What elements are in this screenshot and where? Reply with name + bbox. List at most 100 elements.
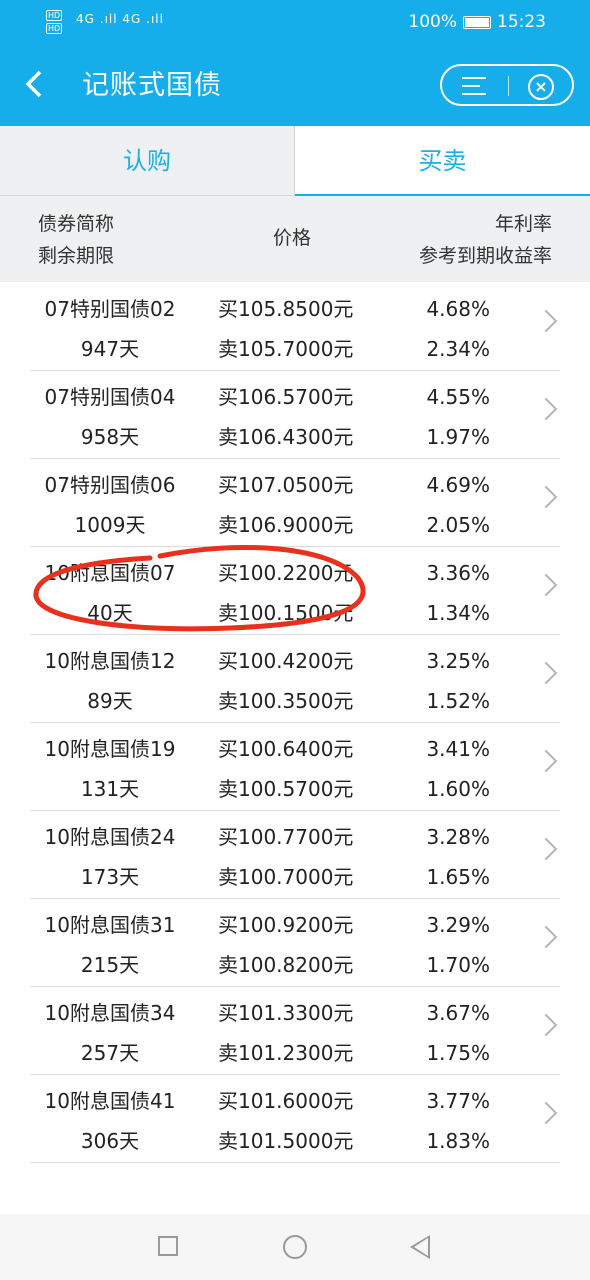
bond-name: 10附息国债19 xyxy=(44,737,176,761)
yield: 1.75% xyxy=(426,1041,490,1065)
menu-icon[interactable] xyxy=(462,77,486,95)
list-item[interactable]: 10附息国债12 89天 买100.4200元 卖100.3500元 3.25%… xyxy=(0,635,590,723)
system-nav-bar xyxy=(0,1214,590,1280)
chevron-right-icon xyxy=(534,397,558,421)
buy-price: 买100.6400元 xyxy=(218,737,354,761)
remaining-days: 40天 xyxy=(87,601,133,625)
list-item[interactable]: 10附息国债07 40天 买100.2200元 卖100.1500元 3.36%… xyxy=(0,547,590,635)
table-header: 债券简称 剩余期限 价格 年利率 参考到期收益率 xyxy=(0,196,590,282)
status-right: 100% 15:23 xyxy=(408,12,546,32)
buy-price: 买101.6000元 xyxy=(218,1089,354,1113)
remaining-days: 215天 xyxy=(80,953,140,977)
header-remaining-term: 剩余期限 xyxy=(38,245,115,267)
yield: 1.97% xyxy=(426,425,490,449)
chevron-right-icon xyxy=(534,925,558,949)
list-item[interactable]: 10附息国债24 173天 买100.7700元 卖100.7000元 3.28… xyxy=(0,811,590,899)
chevron-right-icon xyxy=(534,749,558,773)
sell-price: 卖106.4300元 xyxy=(218,425,354,449)
yield: 1.52% xyxy=(426,689,490,713)
buy-price: 买105.8500元 xyxy=(218,297,354,321)
yield: 1.70% xyxy=(426,953,490,977)
list-item[interactable]: 10附息国债31 215天 买100.9200元 卖100.8200元 3.29… xyxy=(0,899,590,987)
battery-icon xyxy=(463,15,491,29)
remaining-days: 306天 xyxy=(80,1129,140,1153)
header-name-term: 债券简称 剩余期限 xyxy=(38,208,114,272)
close-icon[interactable]: × xyxy=(528,74,554,100)
capsule-menu: × xyxy=(440,64,574,106)
bond-name: 07特别国债04 xyxy=(44,385,176,409)
buy-price: 买106.5700元 xyxy=(218,385,354,409)
header-yield: 参考到期收益率 xyxy=(418,245,552,267)
remaining-days: 257天 xyxy=(80,1041,140,1065)
sell-price: 卖100.1500元 xyxy=(218,601,354,625)
yield: 2.34% xyxy=(426,337,490,361)
header-bond-name: 债券简称 xyxy=(38,213,115,235)
bond-name: 10附息国债31 xyxy=(44,913,176,937)
list-item[interactable]: 10附息国债41 306天 买101.6000元 卖101.5000元 3.77… xyxy=(0,1075,590,1163)
list-item[interactable]: 10附息国债19 131天 买100.6400元 卖100.5700元 3.41… xyxy=(0,723,590,811)
bond-name: 10附息国债24 xyxy=(44,825,176,849)
sell-price: 卖100.3500元 xyxy=(218,689,354,713)
bond-name: 07特别国债06 xyxy=(44,473,176,497)
annual-rate: 3.67% xyxy=(426,1001,490,1025)
list-item[interactable]: 07特别国债06 1009天 买107.0500元 卖106.9000元 4.6… xyxy=(0,459,590,547)
hd-indicators: HD HD xyxy=(46,8,64,34)
remaining-days: 1009天 xyxy=(74,513,146,537)
page-title: 记账式国债 xyxy=(82,70,222,101)
yield: 2.05% xyxy=(426,513,490,537)
back-arrow-icon xyxy=(25,70,42,98)
recents-square-icon[interactable] xyxy=(158,1236,178,1256)
sell-price: 卖101.2300元 xyxy=(218,1041,354,1065)
title-bar: 记账式国债 × xyxy=(0,44,590,126)
annual-rate: 3.25% xyxy=(426,649,490,673)
chevron-right-icon xyxy=(534,1013,558,1037)
divider xyxy=(30,1162,560,1163)
list-item[interactable]: 07特别国债04 958天 买106.5700元 卖106.4300元 4.55… xyxy=(0,371,590,459)
bond-name: 10附息国债07 xyxy=(44,561,176,585)
remaining-days: 958天 xyxy=(80,425,140,449)
hd-badge-1: HD xyxy=(46,10,63,21)
bond-name: 10附息国债34 xyxy=(44,1001,176,1025)
list-item[interactable]: 07特别国债02 947天 买105.8500元 卖105.7000元 4.68… xyxy=(0,283,590,371)
battery-percent: 100% xyxy=(408,12,457,32)
back-triangle-icon[interactable] xyxy=(410,1235,430,1259)
tab-subscribe[interactable]: 认购 xyxy=(0,126,295,196)
yield: 1.65% xyxy=(426,865,490,889)
yield: 1.83% xyxy=(426,1129,490,1153)
remaining-days: 947天 xyxy=(80,337,140,361)
remaining-days: 131天 xyxy=(80,777,140,801)
sell-price: 卖100.7000元 xyxy=(218,865,354,889)
header-annual-rate: 年利率 xyxy=(494,213,552,235)
remaining-days: 89天 xyxy=(87,689,133,713)
bond-name: 07特别国债02 xyxy=(44,297,176,321)
remaining-days: 173天 xyxy=(80,865,140,889)
sell-price: 卖105.7000元 xyxy=(218,337,354,361)
back-button[interactable] xyxy=(22,64,52,104)
tab-trade[interactable]: 买卖 xyxy=(295,126,590,196)
tab-bar: 认购 买卖 xyxy=(0,126,590,196)
chevron-right-icon xyxy=(534,485,558,509)
annual-rate: 3.36% xyxy=(426,561,490,585)
annual-rate: 3.41% xyxy=(426,737,490,761)
status-bar: HD HD 4G .ıll 4G .ıll 100% 15:23 xyxy=(0,0,590,44)
annual-rate: 3.28% xyxy=(426,825,490,849)
sell-price: 卖101.5000元 xyxy=(218,1129,354,1153)
sell-price: 卖106.9000元 xyxy=(218,513,354,537)
buy-price: 买107.0500元 xyxy=(218,473,354,497)
annual-rate: 4.55% xyxy=(426,385,490,409)
annual-rate: 3.77% xyxy=(426,1089,490,1113)
bond-name: 10附息国债41 xyxy=(44,1089,176,1113)
list-item[interactable]: 10附息国债34 257天 买101.3300元 卖101.2300元 3.67… xyxy=(0,987,590,1075)
header-price: 价格 xyxy=(272,227,311,249)
sell-price: 卖100.5700元 xyxy=(218,777,354,801)
home-circle-icon[interactable] xyxy=(283,1235,307,1259)
buy-price: 买100.9200元 xyxy=(218,913,354,937)
chevron-right-icon xyxy=(534,573,558,597)
bond-name: 10附息国债12 xyxy=(44,649,176,673)
annual-rate: 4.68% xyxy=(426,297,490,321)
annual-rate: 3.29% xyxy=(426,913,490,937)
clock: 15:23 xyxy=(497,12,546,32)
yield: 1.60% xyxy=(426,777,490,801)
chevron-right-icon xyxy=(534,837,558,861)
buy-price: 买100.7700元 xyxy=(218,825,354,849)
